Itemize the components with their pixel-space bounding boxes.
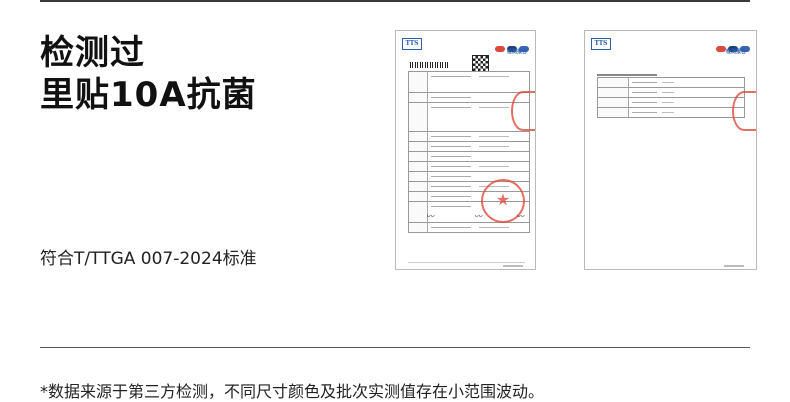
test-report-page-2: TTS 检测报告 (584, 30, 757, 270)
data-source-footnote: *数据来源于第三方检测，不同尺寸颜色及批次实测值存在小范围波动。 (40, 382, 545, 401)
test-report-page-1: TTS 检测报告 〰 〰 〰 (395, 30, 536, 270)
report-title: 检测报告 (725, 49, 746, 55)
signature-1-icon: 〰 (426, 212, 434, 221)
edge-seal-icon (511, 91, 535, 131)
bottom-divider (40, 347, 750, 348)
report-title: 检测报告 (506, 49, 527, 55)
results-table (597, 77, 745, 118)
signature-2-icon: 〰 (474, 212, 482, 221)
barcode-icon (410, 62, 450, 68)
qr-code-icon (472, 55, 489, 72)
page-number-mark (503, 265, 523, 267)
report-footer-line (408, 262, 525, 263)
top-divider (40, 0, 750, 2)
signature-3-icon: 〰 (516, 212, 524, 221)
headline: 检测过 里贴10A抗菌 (40, 32, 257, 116)
report-number-line (597, 74, 657, 76)
lab-logo-icon: TTS (591, 38, 611, 50)
edge-seal-icon (732, 91, 756, 131)
headline-line-2: 里贴10A抗菌 (40, 75, 257, 115)
page-number-mark (724, 265, 744, 267)
standard-text: 符合T/TTGA 007-2024标准 (40, 249, 257, 269)
headline-line-1: 检测过 (40, 33, 145, 73)
lab-logo-icon: TTS (402, 38, 422, 50)
